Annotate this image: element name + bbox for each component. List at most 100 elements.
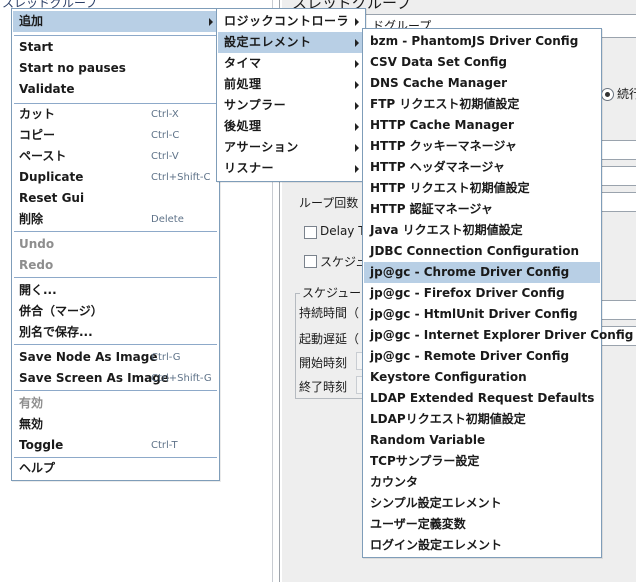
menu-item-label: HTTP クッキーマネージャ (370, 139, 517, 153)
ramp-up-field[interactable] (600, 166, 636, 186)
submenu-arrow-icon (355, 144, 359, 152)
menu-item-start[interactable]: Start (13, 37, 218, 58)
loop-count-field[interactable] (600, 192, 636, 212)
duration-label: 持続時間（ (299, 306, 360, 320)
menu-item-open[interactable]: 開く... (13, 280, 218, 301)
menu-item-reset-gui[interactable]: Reset Gui (13, 188, 218, 209)
context-menu: 追加 Start Start no pauses Validate カット Ctr… (11, 8, 220, 481)
menu-item-label: Undo (19, 237, 55, 251)
config-item[interactable]: ユーザー定義変数 (364, 514, 600, 535)
menu-item-redo[interactable]: Redo (13, 255, 218, 276)
menu-item-merge[interactable]: 併合（マージ） (13, 301, 218, 322)
menu-item-label: 無効 (19, 417, 44, 431)
startup-delay-label: 起動遅延（ (299, 332, 360, 346)
menu-item-label: Toggle (19, 438, 64, 452)
menu-item-label: jp@gc - Internet Explorer Driver Config (370, 328, 634, 342)
menu-item-save-as[interactable]: 別名で保存... (13, 322, 218, 343)
menu-item-label: Keystore Configuration (370, 370, 527, 384)
menu-item-label: サンプラー (224, 98, 287, 112)
submenu-item-timer[interactable]: タイマ (218, 53, 364, 74)
menu-item-label: ログイン設定エレメント (370, 538, 503, 552)
submenu-item-pre-processor[interactable]: 前処理 (218, 74, 364, 95)
menu-item-label: 追加 (19, 14, 44, 28)
config-item[interactable]: Random Variable (364, 430, 600, 451)
config-item[interactable]: CSV Data Set Config (364, 52, 600, 73)
menu-item-label: jp@gc - HtmlUnit Driver Config (370, 307, 578, 321)
menu-item-label: 前処理 (224, 77, 262, 91)
menu-item-validate[interactable]: Validate (13, 79, 218, 100)
config-item[interactable]: HTTP 認証マネージャ (364, 199, 600, 220)
config-element-submenu: bzm - PhantomJS Driver Config CSV Data S… (362, 28, 633, 558)
menu-item-cut[interactable]: カット Ctrl-X (13, 104, 218, 125)
config-item-chrome-driver[interactable]: jp@gc - Chrome Driver Config (364, 262, 600, 283)
menu-item-label: Start (19, 40, 54, 54)
menu-item-label: FTP リクエスト初期値設定 (370, 97, 520, 111)
menu-item-undo[interactable]: Undo (13, 234, 218, 255)
scheduler-group-title: スケジュー (300, 284, 364, 301)
menu-item-label: 別名で保存... (19, 325, 93, 339)
submenu-item-post-processor[interactable]: 後処理 (218, 116, 364, 137)
submenu-arrow-icon (355, 102, 359, 110)
submenu-arrow-icon (355, 60, 359, 68)
delay-thread-checkbox[interactable] (304, 226, 317, 239)
menu-item-label: ユーザー定義変数 (370, 517, 466, 531)
menu-item-label: jp@gc - Chrome Driver Config (370, 265, 570, 279)
menu-item-paste[interactable]: ペースト Ctrl-V (13, 146, 218, 167)
config-item[interactable]: jp@gc - HtmlUnit Driver Config (364, 304, 600, 325)
menu-separator (14, 277, 217, 278)
menu-item-label: タイマ (224, 56, 262, 70)
config-item[interactable]: jp@gc - Remote Driver Config (364, 346, 600, 367)
duration-field[interactable] (600, 300, 636, 320)
submenu-arrow-icon (355, 39, 359, 47)
config-item[interactable]: Java リクエスト初期値設定 (364, 220, 600, 241)
menu-item-add[interactable]: 追加 (13, 11, 218, 32)
config-item[interactable]: jp@gc - Firefox Driver Config (364, 283, 600, 304)
submenu-arrow-icon (355, 81, 359, 89)
menu-item-label: Random Variable (370, 433, 486, 447)
config-item[interactable]: HTTP リクエスト初期値設定 (364, 178, 600, 199)
config-item[interactable]: ログイン設定エレメント (364, 535, 600, 556)
menu-item-label: 併合（マージ） (19, 304, 103, 318)
config-item[interactable]: FTP リクエスト初期値設定 (364, 94, 600, 115)
config-item[interactable]: HTTP Cache Manager (364, 115, 600, 136)
menu-item-start-no-pauses[interactable]: Start no pauses (13, 58, 218, 79)
menu-item-label: 削除 (19, 212, 44, 226)
config-item[interactable]: bzm - PhantomJS Driver Config (364, 31, 600, 52)
submenu-item-config-element[interactable]: 設定エレメント (218, 32, 364, 53)
menu-item-toggle[interactable]: Toggle Ctrl-T (13, 435, 218, 456)
config-item[interactable]: TCPサンプラー設定 (364, 451, 600, 472)
config-item[interactable]: シンプル設定エレメント (364, 493, 600, 514)
config-item[interactable]: DNS Cache Manager (364, 73, 600, 94)
config-item[interactable]: HTTP ヘッダマネージャ (364, 157, 600, 178)
menu-item-save-screen-as-image[interactable]: Save Screen As Image Ctrl+Shift-G (13, 368, 218, 389)
scheduler-checkbox[interactable] (304, 255, 317, 268)
config-item[interactable]: LDAP Extended Request Defaults (364, 388, 600, 409)
submenu-item-sampler[interactable]: サンプラー (218, 95, 364, 116)
menu-item-label: ペースト (19, 149, 67, 163)
menu-item-copy[interactable]: コピー Ctrl-C (13, 125, 218, 146)
thread-count-field[interactable] (600, 140, 636, 160)
submenu-item-logic-controller[interactable]: ロジックコントローラ (218, 11, 364, 32)
menu-item-label: リスナー (224, 161, 275, 175)
config-item[interactable]: Keystore Configuration (364, 367, 600, 388)
menu-item-label: シンプル設定エレメント (370, 496, 502, 510)
accelerator: Delete (151, 214, 184, 225)
config-item[interactable]: jp@gc - Internet Explorer Driver Config (364, 325, 633, 346)
menu-item-delete[interactable]: 削除 Delete (13, 209, 218, 230)
submenu-item-listener[interactable]: リスナー (218, 158, 364, 179)
config-item[interactable]: カウンタ (364, 472, 600, 493)
config-item[interactable]: JDBC Connection Configuration (364, 241, 600, 262)
menu-item-help[interactable]: ヘルプ (13, 458, 218, 479)
menu-item-duplicate[interactable]: Duplicate Ctrl+Shift-C (13, 167, 218, 188)
menu-item-label: Redo (19, 258, 54, 272)
accelerator: Ctrl+Shift-G (151, 373, 212, 384)
menu-item-save-node-as-image[interactable]: Save Node As Image Ctrl-G (13, 347, 218, 368)
submenu-item-assertion[interactable]: アサーション (218, 137, 364, 158)
menu-item-disable[interactable]: 無効 (13, 414, 218, 435)
config-item[interactable]: LDAPリクエスト初期値設定 (364, 409, 600, 430)
continue-radio[interactable] (601, 88, 614, 101)
config-item[interactable]: HTTP クッキーマネージャ (364, 136, 600, 157)
accelerator: Ctrl-T (151, 440, 178, 451)
menu-item-label: TCPサンプラー設定 (370, 454, 480, 468)
menu-item-enable[interactable]: 有効 (13, 393, 218, 414)
